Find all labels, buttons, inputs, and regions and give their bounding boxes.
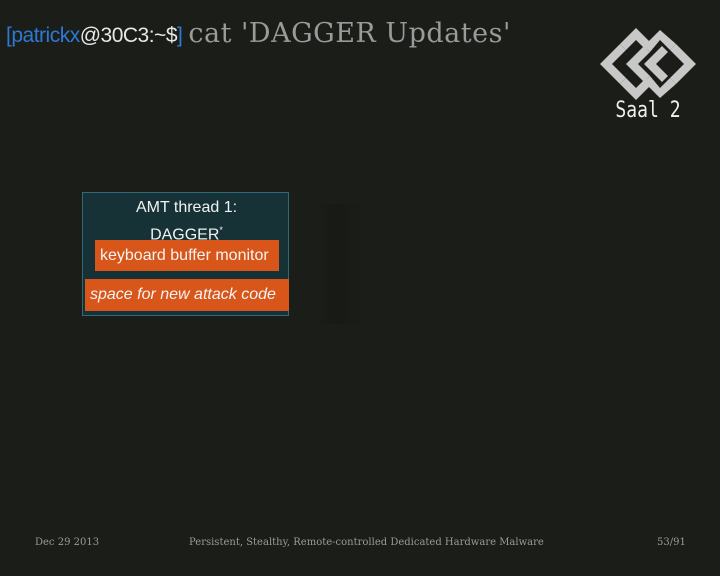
terminal-prompt-line: [patrickx@30C3:~$] cat 'DAGGER Updates' [6,16,511,54]
ghost-shadow [318,204,364,324]
slide-title-command: cat 'DAGGER Updates' [188,18,511,49]
amt-thread-title: AMT thread 1: DAGGER* [69,196,304,246]
logo-right-chevron-icon [670,44,696,84]
attack-code-space-module: space for new attack code [85,279,289,311]
keyboard-buffer-monitor-module: keyboard buffer monitor [95,240,279,271]
footer-talk-title: Persistent, Stealthy, Remote-controlled … [189,537,544,548]
amt-thread-box: AMT thread 1: DAGGER* keyboard buffer mo… [82,192,289,316]
prompt-user: patrickx [11,24,80,47]
shell-prompt: [patrickx@30C3:~$] [6,24,183,47]
logo-left-chevron-icon [600,44,626,84]
dagger-footnote-marker: * [219,225,223,235]
presentation-slide: [patrickx@30C3:~$] cat 'DAGGER Updates' S… [0,0,720,576]
prompt-host-path: @30C3:~$ [79,24,178,47]
prompt-bracket-close: ] [177,24,183,47]
room-label: Saal 2 [615,98,681,123]
amt-thread-label: AMT thread 1: [135,199,238,216]
footer-page-number: 53/91 [657,537,686,548]
footer-date: Dec 29 2013 [35,537,100,548]
